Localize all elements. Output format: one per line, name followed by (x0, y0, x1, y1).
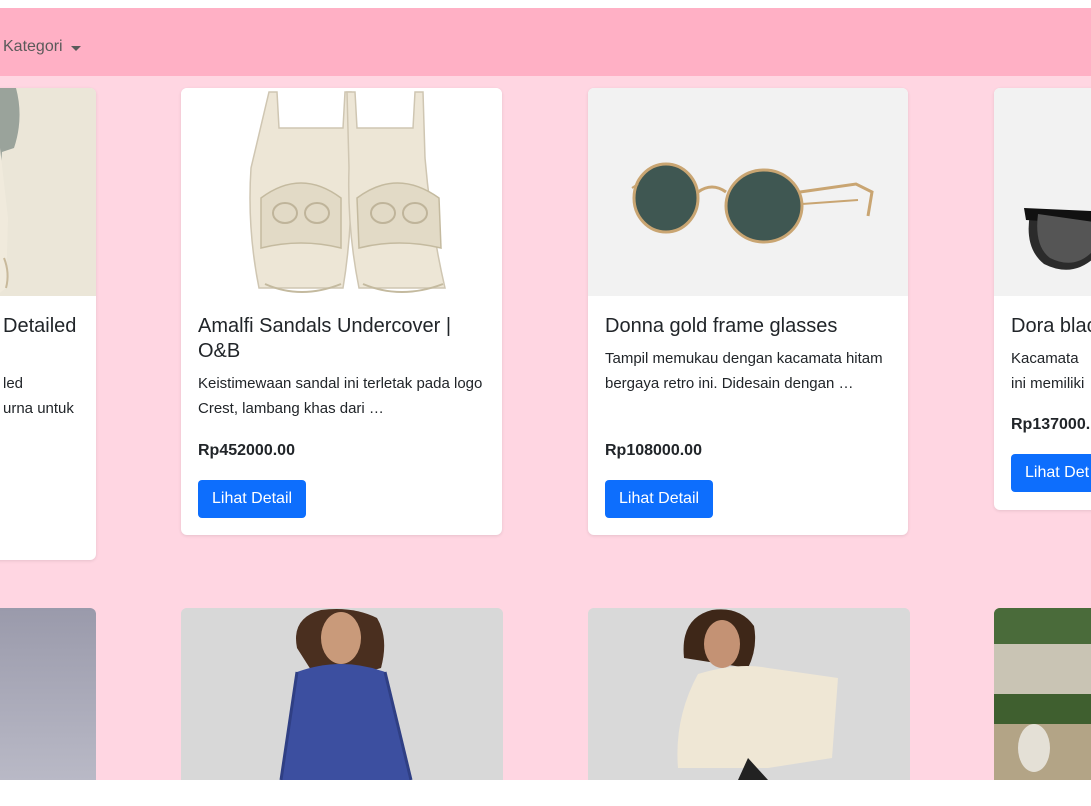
kategori-dropdown[interactable]: Kategori (3, 38, 81, 56)
product-card: Detailed led urna untuk (0, 88, 96, 560)
product-image-garden (994, 608, 1091, 780)
product-card (994, 608, 1091, 780)
product-description-line: ini memiliki (1011, 375, 1085, 392)
product-title: Donna gold frame glasses (605, 315, 838, 337)
product-image (0, 88, 96, 296)
product-image-sunglasses (994, 88, 1091, 296)
product-description: led urna untuk (3, 371, 79, 421)
product-description: Keistimewaan sandal ini terletak pada lo… (198, 375, 483, 417)
product-price: Rp108000.00 (605, 442, 702, 459)
kategori-dropdown-label: Kategori (3, 38, 63, 55)
product-description-line: urna untuk (3, 400, 74, 417)
product-image (0, 608, 96, 780)
product-description-line: led (3, 375, 24, 392)
product-title: Detailed (3, 315, 77, 337)
view-detail-button[interactable]: Lihat Detail (198, 480, 307, 518)
product-card: Dora blac Kacamata ini memiliki Rp137000… (994, 88, 1091, 510)
view-detail-button[interactable]: Lihat Detail (605, 480, 714, 518)
product-image-cream-poncho (588, 608, 910, 780)
product-card: Amalfi Sandals Undercover | O&B Keistime… (181, 88, 502, 535)
view-detail-button[interactable]: Lihat Det (1011, 454, 1091, 492)
product-image-sandals (181, 88, 502, 296)
product-title: Amalfi Sandals Undercover | O&B (198, 315, 452, 362)
product-card (0, 608, 96, 780)
product-description: Tampil memukau dengan kacamata hitam ber… (605, 350, 883, 392)
product-card (588, 608, 910, 780)
page-background (0, 8, 1091, 780)
product-title: Dora blac (1011, 315, 1091, 337)
product-price: Rp137000. (1011, 416, 1091, 433)
product-price: Rp452000.00 (198, 442, 295, 459)
product-card (181, 608, 503, 780)
navbar: Kategori (0, 8, 1091, 76)
product-card: Donna gold frame glasses Tampil memukau … (588, 88, 908, 535)
product-image-glasses (588, 88, 908, 296)
caret-down-icon (70, 45, 81, 51)
product-description: Kacamata ini memiliki (1011, 346, 1091, 396)
product-image-blue-poncho (181, 608, 503, 780)
product-description-line: Kacamata (1011, 350, 1079, 367)
